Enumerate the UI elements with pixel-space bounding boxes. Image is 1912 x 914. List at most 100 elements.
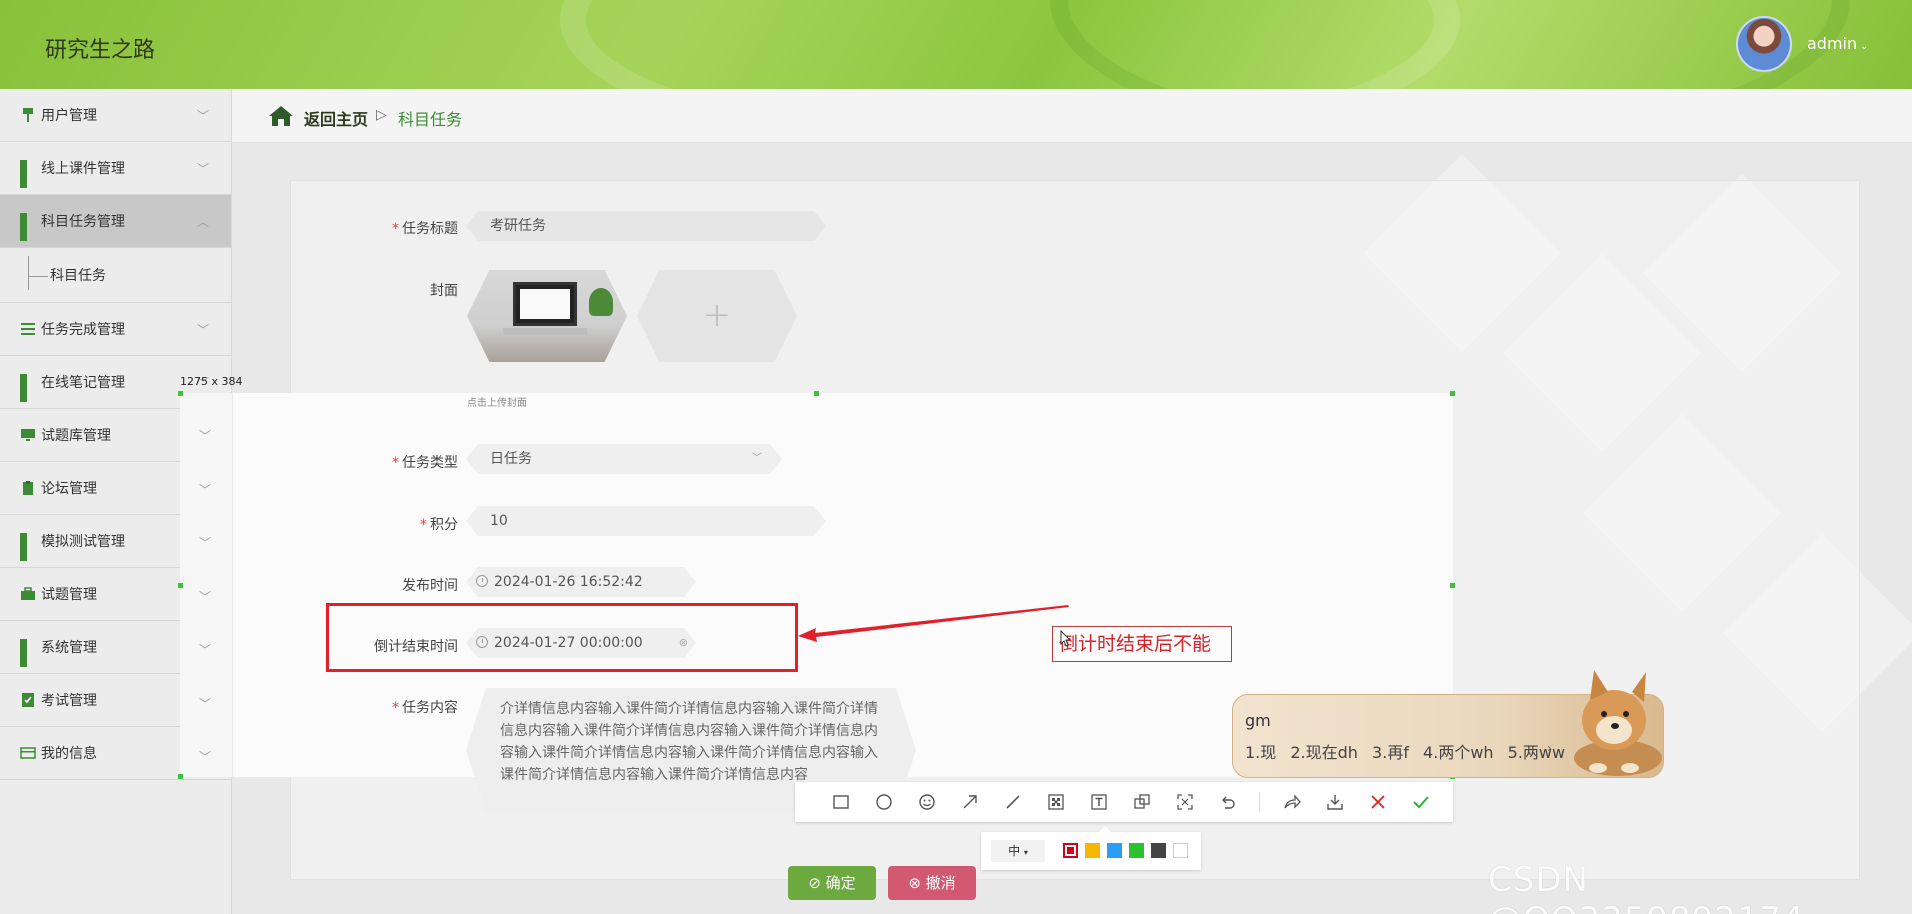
resize-handle[interactable] (1450, 391, 1455, 396)
sidebar-item-label: 科目任务管理 (41, 214, 125, 230)
color-swatch-green[interactable] (1129, 843, 1144, 858)
ocr-icon[interactable] (1163, 782, 1206, 822)
resize-handle[interactable] (178, 774, 183, 779)
color-swatch-white[interactable] (1173, 843, 1188, 858)
chevron-down-icon: ﹀ (199, 750, 212, 764)
sidebar-item-label: 论坛管理 (41, 481, 97, 497)
annotation-arrow[interactable] (798, 600, 1078, 650)
sidebar-item-courseware[interactable]: 线上课件管理 ﹀ (0, 142, 231, 195)
sidebar-item-user[interactable]: 用户管理 ﹀ (0, 89, 231, 142)
resize-handle[interactable] (1450, 583, 1455, 588)
briefcase-icon (20, 586, 36, 602)
mosaic-icon[interactable] (1034, 782, 1077, 822)
checklist-icon (20, 692, 36, 708)
ime-candidates: 1.现 2.现在dh 3.再f 4.两个wh 5.两ww (1245, 739, 1574, 763)
mouse-cursor-icon (1060, 630, 1070, 647)
publish-time-value: 2024-01-26 16:52:42 (494, 574, 643, 590)
text-icon[interactable] (1077, 782, 1120, 822)
cover-label: 封面 (430, 283, 458, 299)
grid-icon (20, 160, 36, 188)
plant-image-part (589, 288, 613, 316)
tree-line (28, 276, 48, 277)
task-type-select[interactable]: 日任务 ﹀ (466, 444, 782, 474)
resize-handle[interactable] (814, 391, 819, 396)
watermark: CSDN @QQ3359892174 (1488, 860, 1804, 914)
font-size-value: 中 (1008, 844, 1021, 858)
ime-candidate[interactable]: 2.现在dh (1290, 743, 1358, 762)
points-label: * 积分 (420, 517, 458, 533)
breadcrumb-current: 科目任务 (398, 110, 463, 129)
app-title: 研究生之路 (45, 38, 156, 63)
home-icon[interactable] (268, 105, 294, 127)
grid-icon (20, 639, 36, 667)
task-type-label: * 任务类型 (392, 455, 458, 471)
emoji-icon[interactable] (905, 782, 948, 822)
publish-time-picker[interactable]: 2024-01-26 16:52:42 (466, 567, 696, 597)
sidebar-item-label: 系统管理 (41, 640, 97, 656)
sidebar-item-task-completion[interactable]: 任务完成管理 ﹀ (0, 303, 231, 356)
avatar[interactable] (1736, 16, 1792, 72)
annotation-rectangle[interactable] (326, 603, 798, 672)
annotation-text[interactable]: 倒计时结束后不能 (1052, 626, 1232, 662)
ime-candidate[interactable]: 1.现 (1245, 743, 1276, 762)
ime-input: gm (1245, 711, 1271, 730)
chevron-down-icon: ﹀ (199, 590, 212, 604)
task-content-label: * 任务内容 (392, 700, 458, 716)
chevron-down-icon: ﹀ (199, 429, 212, 443)
sidebar-subitem-label: 科目任务 (50, 268, 106, 284)
clock-icon (476, 575, 488, 587)
font-size-select[interactable]: 中 ▾ (991, 840, 1045, 862)
chevron-down-icon: ﹀ (196, 162, 209, 176)
rectangle-icon[interactable] (819, 782, 862, 822)
chevron-down-icon: ﹀ (199, 697, 212, 711)
cancel-icon[interactable] (1356, 782, 1399, 822)
task-title-input[interactable]: 考研任务 (466, 211, 826, 241)
sidebar-item-subject-task[interactable]: 科目任务管理 ︿ (0, 195, 231, 248)
ellipse-icon[interactable] (862, 782, 905, 822)
breadcrumb-home-link[interactable]: 返回主页 (304, 106, 368, 130)
line-icon[interactable] (991, 782, 1034, 822)
chevron-down-icon: ﹀ (196, 323, 209, 337)
monitor-icon (20, 427, 36, 443)
list-icon (20, 321, 36, 337)
chevron-down-icon: ﹀ (199, 536, 212, 550)
sidebar-item-label: 在线笔记管理 (41, 375, 125, 391)
username: admin (1807, 34, 1858, 53)
color-palette: 中 ▾ (981, 826, 1201, 870)
ime-candidate[interactable]: 5.两ww (1508, 743, 1565, 762)
resize-handle[interactable] (178, 391, 183, 396)
share-icon[interactable] (1270, 782, 1313, 822)
sidebar-subitem-subject-task[interactable]: 科目任务 (0, 248, 231, 303)
color-swatch-dark[interactable] (1151, 843, 1166, 858)
save-icon[interactable] (1313, 782, 1356, 822)
card-icon (20, 745, 36, 761)
points-input[interactable]: 10 (466, 506, 826, 536)
chevron-right-icon[interactable]: › (1547, 741, 1552, 755)
confirm-icon[interactable] (1399, 782, 1442, 822)
chevron-down-icon: ﹀ (199, 483, 212, 497)
cancel-button[interactable]: ⊗ 撤消 (888, 866, 976, 900)
task-title-label: * 任务标题 (392, 221, 458, 237)
check-circle-icon: ⊘ (808, 874, 826, 892)
resize-handle[interactable] (178, 583, 183, 588)
user-menu[interactable]: admin ⌄ (1807, 34, 1869, 53)
upload-cover-button[interactable]: + (637, 270, 797, 362)
undo-icon[interactable] (1206, 782, 1249, 822)
color-swatch-red[interactable] (1063, 843, 1078, 858)
chevron-down-icon: ﹀ (752, 453, 762, 464)
breadcrumb: 返回主页 ▷ 科目任务 (232, 89, 1912, 143)
ime-candidate[interactable]: 4.两个wh (1423, 743, 1494, 762)
sidebar-item-label: 考试管理 (41, 693, 97, 709)
cover-image[interactable] (467, 270, 627, 362)
color-swatch-blue[interactable] (1107, 843, 1122, 858)
pin-to-screen-icon[interactable] (1120, 782, 1163, 822)
sidebar-item-label: 试题库管理 (41, 428, 111, 444)
grid-icon (20, 533, 36, 561)
color-swatch-yellow[interactable] (1085, 843, 1100, 858)
arrow-icon[interactable] (948, 782, 991, 822)
confirm-button[interactable]: ⊘ 确定 (788, 866, 876, 900)
publish-time-label: 发布时间 (402, 578, 458, 594)
close-circle-icon: ⊗ (908, 874, 926, 892)
ime-candidate[interactable]: 3.再f (1372, 743, 1409, 762)
clipboard-icon (20, 480, 36, 496)
